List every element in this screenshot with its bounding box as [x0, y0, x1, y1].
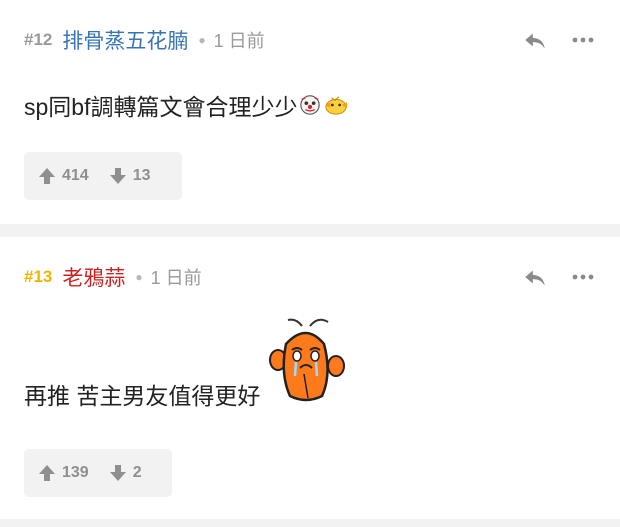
reply-icon: [525, 270, 545, 286]
arrow-up-icon: [39, 465, 55, 481]
arrow-down-icon: [109, 168, 126, 184]
post-time: 1 日前: [213, 31, 265, 51]
post-text: 再推 苦主男友值得更好: [24, 383, 261, 409]
reply-button[interactable]: [522, 264, 548, 290]
more-options-button[interactable]: [570, 264, 596, 290]
reply-icon: [525, 33, 545, 49]
crying-shrimp-sticker-icon: [269, 318, 346, 402]
separator-dot: ●: [198, 33, 206, 47]
post-card: #12 排骨蒸五花腩 ● 1 日前 sp同bf調轉篇文會合理少少 414 13: [0, 0, 620, 224]
downvote-button[interactable]: 2: [109, 464, 142, 482]
more-options-button[interactable]: [570, 27, 596, 53]
post-header: #12 排骨蒸五花腩 ● 1 日前: [24, 24, 265, 56]
post-time: 1 日前: [150, 268, 202, 288]
duck-icon: [325, 96, 348, 115]
author-name[interactable]: 老鴉蒜: [62, 262, 125, 292]
downvote-count: 13: [132, 167, 151, 184]
post-content: sp同bf調轉篇文會合理少少: [24, 88, 351, 122]
reply-button[interactable]: [522, 27, 548, 53]
arrow-up-icon: [39, 168, 55, 184]
vote-bar: 414 13: [24, 152, 182, 200]
upvote-count: 139: [62, 464, 89, 481]
post-content: 再推 苦主男友值得更好: [24, 317, 346, 411]
post-text: sp同bf調轉篇文會合理少少: [24, 94, 298, 120]
downvote-count: 2: [132, 464, 142, 481]
separator-dot: ●: [135, 270, 143, 284]
author-name[interactable]: 排骨蒸五花腩: [62, 25, 188, 55]
clown-face-icon: [300, 95, 321, 115]
more-icon: [572, 37, 594, 43]
upvote-button[interactable]: 414: [38, 167, 89, 185]
vote-bar: 139 2: [24, 449, 172, 497]
upvote-count: 414: [62, 167, 89, 184]
upvote-button[interactable]: 139: [38, 464, 89, 482]
post-number: #13: [24, 267, 53, 286]
post-header: #13 老鴉蒜 ● 1 日前: [24, 261, 202, 293]
post-card: #13 老鴉蒜 ● 1 日前 再推 苦主男友值得更好 139 2: [0, 237, 620, 519]
more-icon: [572, 274, 594, 280]
arrow-down-icon: [109, 465, 126, 481]
post-number: #12: [24, 30, 53, 49]
downvote-button[interactable]: 13: [109, 167, 151, 185]
